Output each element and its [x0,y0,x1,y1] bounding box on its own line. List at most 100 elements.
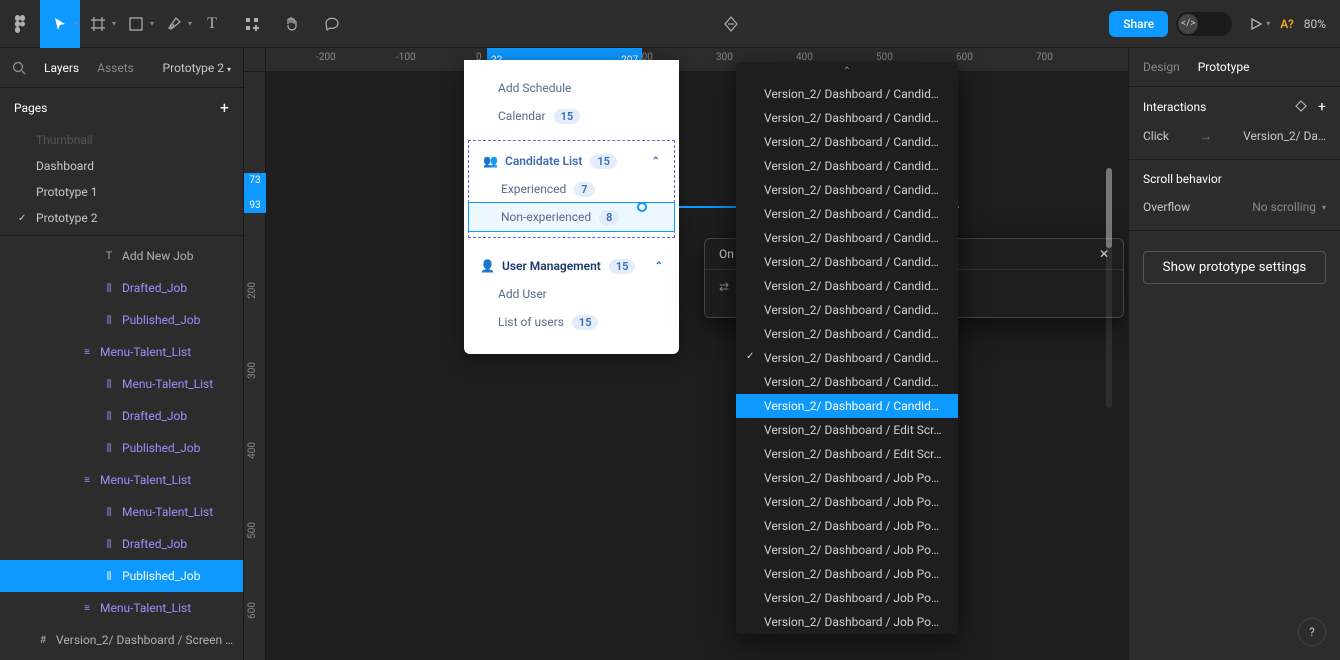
frame-option[interactable]: Version_2/ Dashboard / Candid… [736,250,958,274]
frame-option[interactable]: Version_2/ Dashboard / Candid… [736,130,958,154]
frame-option[interactable]: Version_2/ Dashboard / Edit Scr… [736,418,958,442]
comment-tool[interactable] [312,0,352,48]
layer-item[interactable]: ≡Menu-Talent_List [0,592,243,624]
menu-item-calendar[interactable]: Calendar15 [480,102,663,130]
share-button[interactable]: Share [1109,11,1168,37]
dev-mode-toggle[interactable]: </> [1176,12,1232,36]
search-icon[interactable] [12,61,26,75]
badge: 15 [554,109,581,124]
help-button[interactable]: ? [1298,618,1326,646]
add-page-button[interactable]: + [220,98,229,117]
badge: 8 [599,210,619,225]
canvas-scrollbar[interactable] [1106,168,1112,408]
hand-tool[interactable] [272,0,312,48]
destination-frames-dropdown[interactable]: ⌃ Version_2/ Dashboard / Candid…Version_… [736,62,958,634]
frame-option[interactable]: Version_2/ Dashboard / Candid… [736,178,958,202]
show-prototype-settings-button[interactable]: Show prototype settings [1143,251,1326,284]
frame-option[interactable]: Version_2/ Dashboard / Job Po… [736,538,958,562]
tab-layers[interactable]: Layers [44,61,79,75]
layer-item[interactable]: ≡Menu-Talent_List [0,336,243,368]
layer-type-icon: ⫼ [102,379,116,390]
right-panel: Design Prototype Interactions + Click → … [1128,48,1340,660]
top-toolbar: ▾ ▾ ▾ ▾ T Share </> ▾ A? 80% [0,0,1340,48]
frame-option[interactable]: Version_2/ Dashboard / Candid… [736,298,958,322]
layer-item[interactable]: ≡Menu-Talent_List [0,464,243,496]
ruler-horizontal: -200-1000100200300400500600700 [266,48,1128,72]
frame-option[interactable]: Version_2/ Dashboard / Candid… [736,370,958,394]
layer-item[interactable]: TAdd New Job [0,240,243,272]
remove-interactions-icon[interactable] [1294,99,1308,115]
layer-item[interactable]: ⫼Menu-Talent_List [0,368,243,400]
frame-option[interactable]: Version_2/ Dashboard / Job Po… [736,586,958,610]
layer-item[interactable]: ⫼Published_Job [0,560,243,592]
badge: 15 [572,315,599,330]
layer-item[interactable]: ⫼Drafted_Job [0,400,243,432]
swap-icon[interactable]: ⇄ [719,280,729,294]
missing-fonts-badge[interactable]: A? [1280,17,1294,31]
pages-heading: Pages [14,101,47,115]
frame-option[interactable]: Version_2/ Dashboard / Job Po… [736,490,958,514]
frame-option[interactable]: Version_2/ Dashboard / Job Po… [736,610,958,634]
menu-item-list-of-users[interactable]: List of users15 [480,308,663,336]
ruler-vertical: 200300400500600 [244,72,266,660]
layer-type-icon: ⫼ [102,507,116,518]
layer-item[interactable]: ⫼Drafted_Job [0,528,243,560]
add-interaction-button[interactable]: + [1318,99,1326,115]
frame-option[interactable]: Version_2/ Dashboard / Candid… [736,226,958,250]
present-caret[interactable]: ▾ [1266,19,1270,28]
interaction-row[interactable]: Click → Version_2/ Da… [1143,125,1326,147]
layer-item[interactable]: ⫼Menu-Talent_List [0,496,243,528]
frame-option[interactable]: Version_2/ Dashboard / Candid… [736,154,958,178]
interaction-destination: Version_2/ Da… [1243,129,1326,143]
connector-handle[interactable] [637,202,647,212]
layer-item[interactable]: ⫼Drafted_Job [0,272,243,304]
tab-prototype[interactable]: Prototype [1198,60,1250,74]
menu-item-add-schedule[interactable]: Add Schedule [480,74,663,102]
menu-item-experienced[interactable]: Experienced7 [483,175,660,203]
page-item[interactable]: Dashboard [0,153,243,179]
layer-type-icon: ⫼ [102,411,116,422]
layer-label: Drafted_Job [122,281,187,295]
layer-item[interactable]: #Version_2/ Dashboard / Screen … [0,624,243,656]
layer-label: Add New Job [122,249,193,263]
frame-option[interactable]: Version_2/ Dashboard / Candid… [736,82,958,106]
menu-item-user-management[interactable]: 👤User Management15⌃ [480,252,663,280]
layer-type-icon: ⫼ [102,443,116,454]
center-diamond-icon[interactable] [711,0,751,48]
layer-item[interactable]: Bulk Dropdown [0,656,243,660]
frame-option[interactable]: Version_2/ Dashboard / Job Po… [736,562,958,586]
interactions-heading: Interactions [1143,100,1206,114]
menu-item-candidate-list[interactable]: 👥Candidate List15⌃ [483,147,660,175]
overflow-select[interactable]: No scrolling ▾ [1252,200,1326,214]
frame-option[interactable]: Version_2/ Dashboard / Job Po… [736,466,958,490]
badge: 15 [609,259,636,274]
left-panel: Layers Assets Prototype 2 ▾ Pages + Thum… [0,48,244,660]
figma-menu[interactable] [0,0,40,48]
frame-option[interactable]: Version_2/ Dashboard / Edit Scr… [736,442,958,466]
text-tool[interactable]: T [192,0,232,48]
scroll-up-icon[interactable]: ⌃ [736,66,958,82]
page-item[interactable]: Prototype 1 [0,179,243,205]
frame-option[interactable]: Version_2/ Dashboard / Job Po… [736,514,958,538]
layer-label: Menu-Talent_List [100,473,191,487]
frame-option[interactable]: Version_2/ Dashboard / Candid… [736,346,958,370]
frame-option[interactable]: Version_2/ Dashboard / Candid… [736,322,958,346]
frame-option[interactable]: Version_2/ Dashboard / Candid… [736,202,958,226]
file-name-dropdown[interactable]: Prototype 2 ▾ [163,61,231,75]
canvas[interactable]: -200-1000100200300400500600700 200300400… [244,48,1128,660]
page-item[interactable]: Prototype 2 [0,205,243,231]
zoom-level[interactable]: 80% [1304,17,1326,31]
layer-item[interactable]: ⫼Published_Job [0,432,243,464]
layer-label: Menu-Talent_List [100,601,191,615]
frame-option[interactable]: Version_2/ Dashboard / Candid… [736,106,958,130]
scrollbar-thumb[interactable] [1106,168,1112,248]
menu-item-add-user[interactable]: Add User [480,280,663,308]
tab-design[interactable]: Design [1143,60,1180,74]
resources-tool[interactable] [232,0,272,48]
ruler-v-selection: 7393 [244,173,266,213]
frame-option[interactable]: Version_2/ Dashboard / Candid… [736,394,958,418]
layer-item[interactable]: ⫼Published_Job [0,304,243,336]
page-item[interactable]: Thumbnail [0,127,243,153]
tab-assets[interactable]: Assets [97,61,134,75]
frame-option[interactable]: Version_2/ Dashboard / Candid… [736,274,958,298]
